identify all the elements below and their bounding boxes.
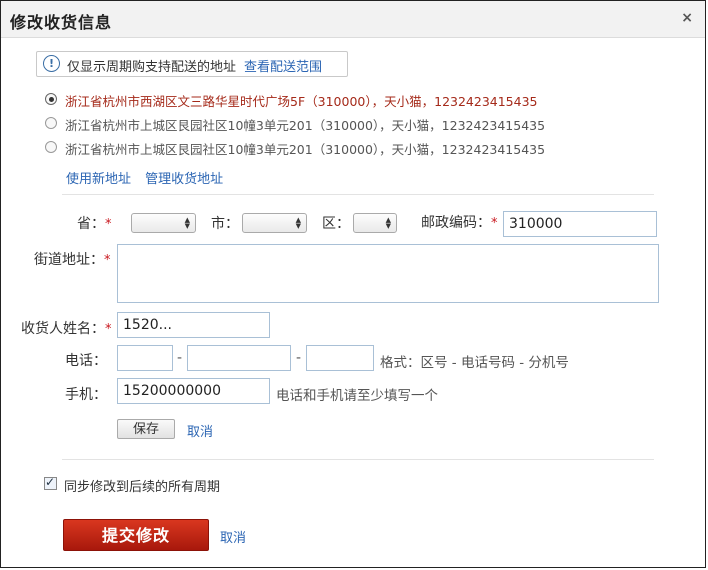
sync-label[interactable]: 同步修改到后续的所有周期 <box>64 476 220 495</box>
receiver-name-label: 收货人姓名：* <box>21 321 112 337</box>
province-label: 省：* <box>77 216 112 232</box>
receiver-name-input[interactable]: 1520... <box>117 312 270 338</box>
select-arrows-icon: ▲ ▼ <box>184 216 190 230</box>
address-radio[interactable] <box>45 117 57 129</box>
mobile-hint: 电话和手机请至少填写一个 <box>276 388 438 404</box>
dialog-title: 修改收货信息 <box>10 13 113 32</box>
footer-cancel-link[interactable]: 取消 <box>220 527 246 546</box>
city-label: 市： <box>211 216 239 232</box>
province-select[interactable]: ▲ ▼ <box>131 213 196 233</box>
info-icon: ! <box>43 55 60 72</box>
manage-addresses-link[interactable]: 管理收货地址 <box>145 172 223 187</box>
select-arrows-icon: ▲ ▼ <box>295 216 301 230</box>
submit-button[interactable]: 提交修改 <box>63 519 209 551</box>
delivery-notice: ! 仅显示周期购支持配送的地址 查看配送范围 <box>36 51 348 77</box>
phone-number-input[interactable] <box>187 345 291 371</box>
zip-input[interactable]: 310000 <box>503 211 657 237</box>
close-icon[interactable]: × <box>681 10 693 26</box>
dialog-titlebar: 修改收货信息 × <box>1 1 705 38</box>
street-textarea[interactable] <box>117 244 659 303</box>
edit-shipping-dialog: 修改收货信息 × ! 仅显示周期购支持配送的地址 查看配送范围 浙江省杭州市西湖… <box>0 0 706 568</box>
select-arrows-icon: ▲ ▼ <box>385 216 391 230</box>
address-text[interactable]: 浙江省杭州市上城区艮园社区10幢3单元201（310000），天小猫，12324… <box>65 115 545 134</box>
phone-extension-input[interactable] <box>306 345 374 371</box>
zip-label: 邮政编码：* <box>421 215 498 231</box>
district-select[interactable]: ▲ ▼ <box>353 213 397 233</box>
phone-label: 电话： <box>65 353 107 369</box>
address-links: 使用新地址 管理收货地址 <box>66 168 233 187</box>
cancel-link[interactable]: 取消 <box>187 421 213 440</box>
sync-checkbox[interactable] <box>44 475 57 490</box>
use-new-address-link[interactable]: 使用新地址 <box>66 172 131 187</box>
address-text[interactable]: 浙江省杭州市上城区艮园社区10幢3单元201（310000），天小猫，12324… <box>65 139 545 158</box>
phone-separator: - <box>296 350 302 366</box>
view-delivery-range-link[interactable]: 查看配送范围 <box>244 56 322 75</box>
notice-text: 仅显示周期购支持配送的地址 <box>67 60 237 75</box>
mobile-label: 手机： <box>65 387 107 403</box>
phone-format-hint: 格式：区号 - 电话号码 - 分机号 <box>380 355 569 371</box>
street-label: 街道地址：* <box>34 252 111 268</box>
divider <box>62 459 654 460</box>
save-button[interactable]: 保存 <box>117 419 175 439</box>
address-radio[interactable] <box>45 93 57 105</box>
divider <box>62 194 654 195</box>
mobile-input[interactable]: 15200000000 <box>117 378 270 404</box>
phone-separator: - <box>177 350 183 366</box>
city-select[interactable]: ▲ ▼ <box>242 213 307 233</box>
address-radio[interactable] <box>45 141 57 153</box>
district-label: 区： <box>322 216 350 232</box>
phone-area-code-input[interactable] <box>117 345 173 371</box>
address-text[interactable]: 浙江省杭州市西湖区文三路华星时代广场5F（310000），天小猫，1232423… <box>65 91 538 110</box>
